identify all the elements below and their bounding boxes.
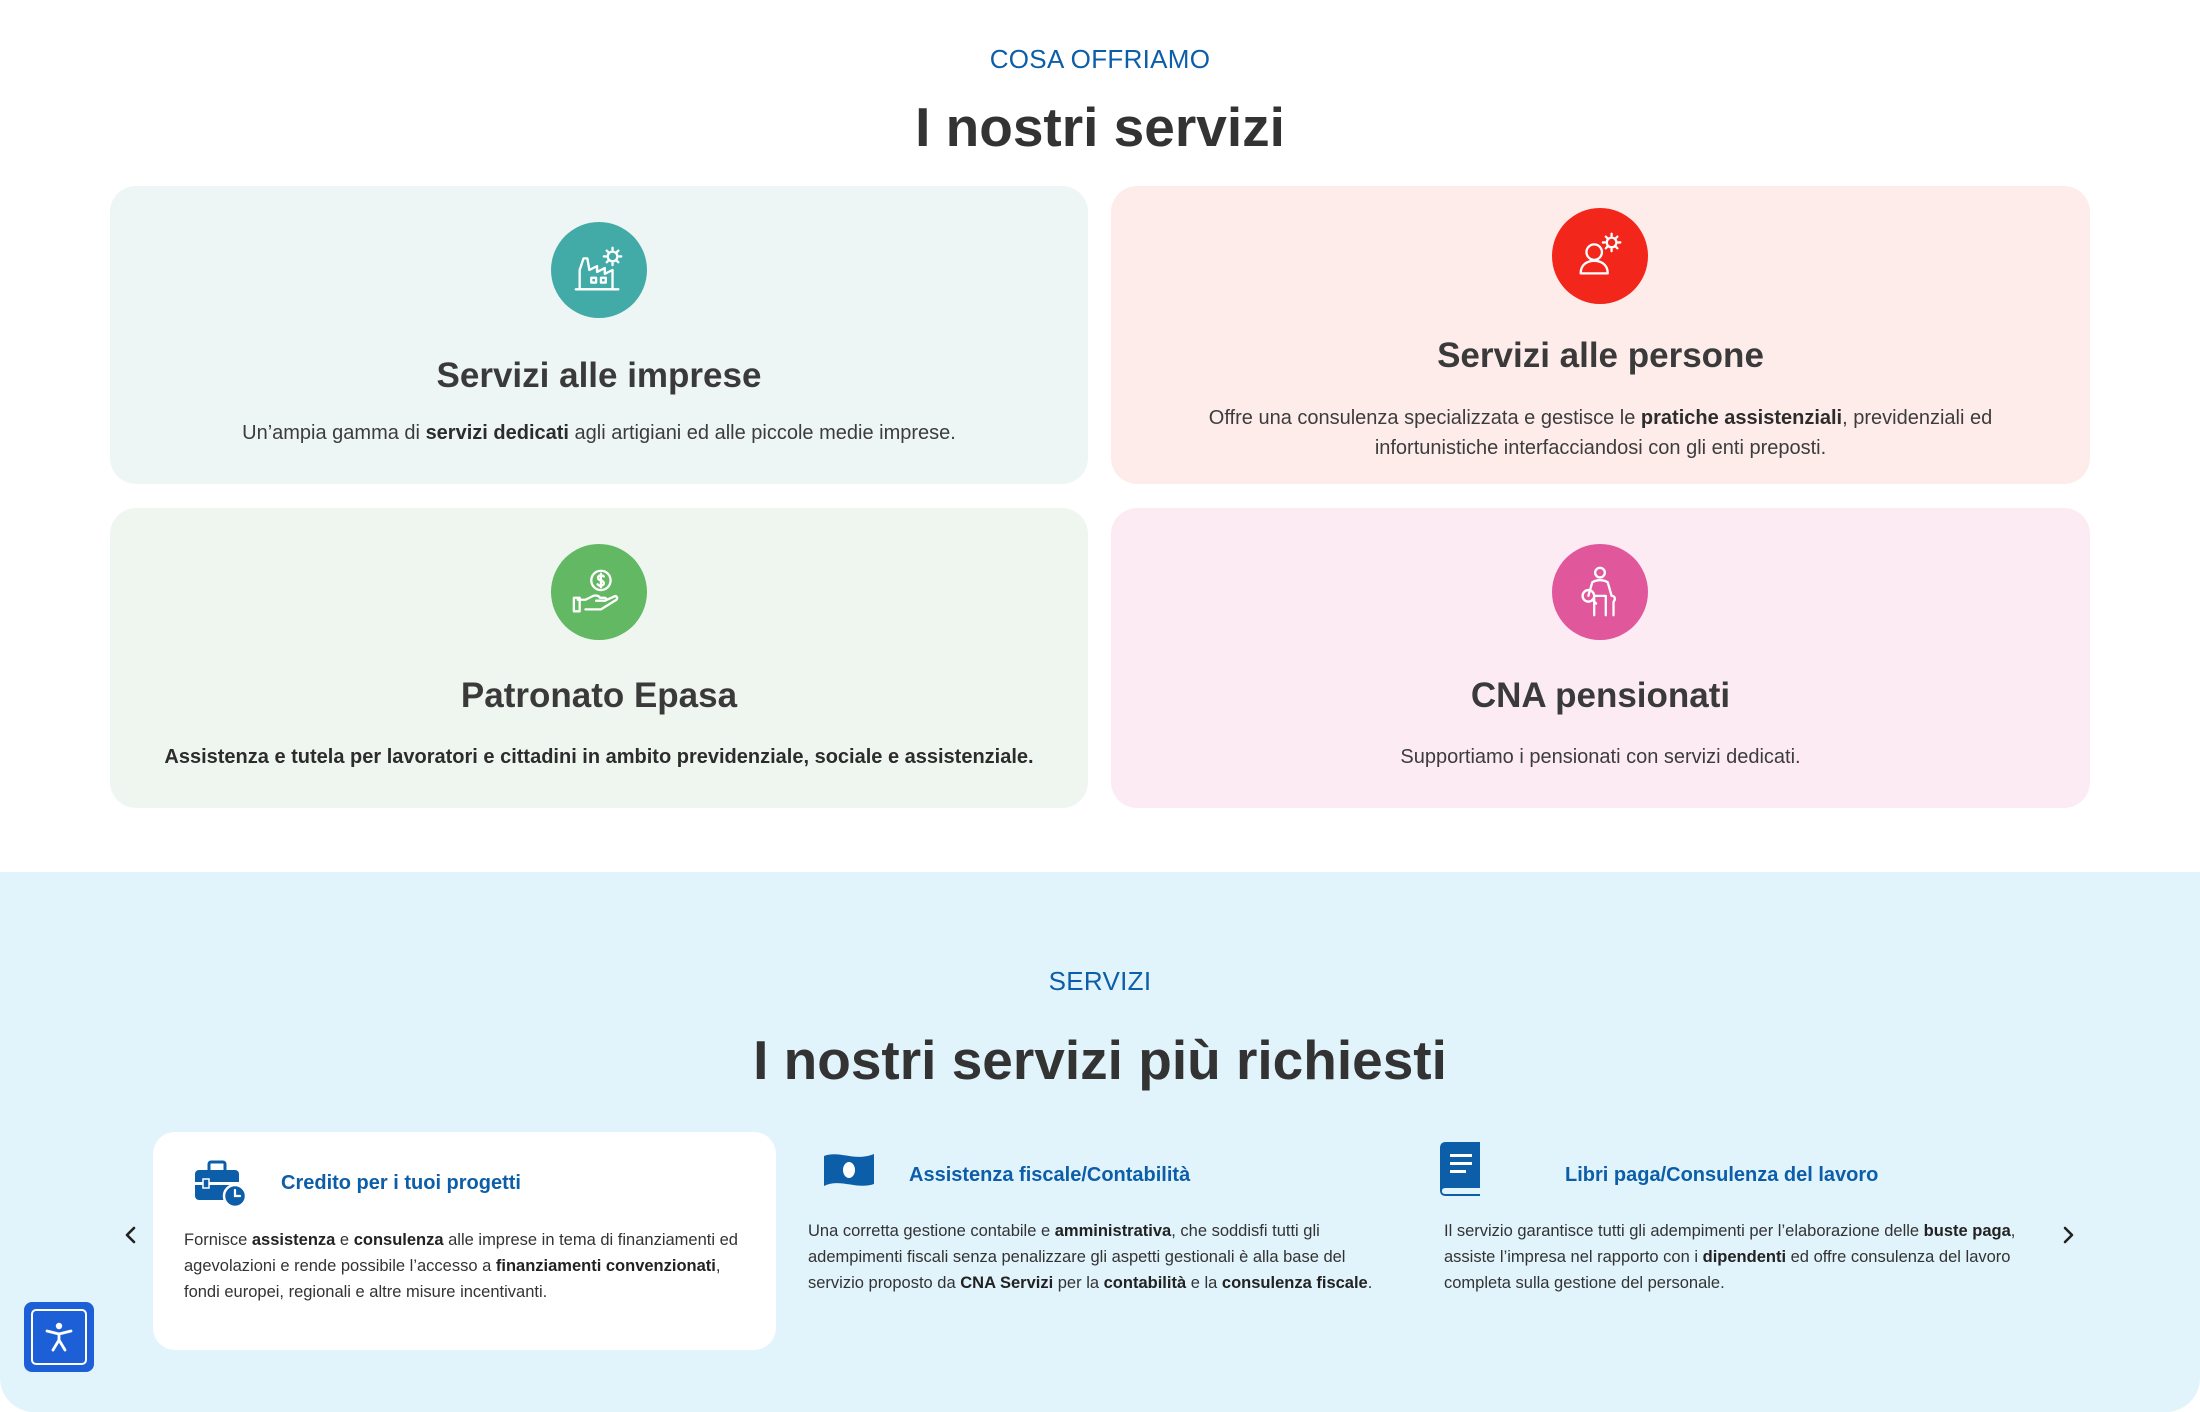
card-title: CNA pensionati xyxy=(1470,676,1731,715)
section-title: I nostri servizi xyxy=(915,96,1285,158)
card-description: Supportiamo i pensionati con servizi ded… xyxy=(1400,746,1801,768)
section-title: I nostri servizi più richiesti xyxy=(753,1029,1447,1091)
banknote-icon xyxy=(822,1150,876,1195)
card-title: Patronato Epasa xyxy=(460,676,738,715)
popular-services-section: SERVIZI I nostri servizi più richiesti C… xyxy=(0,872,2200,1412)
factory-gear-icon xyxy=(551,222,647,318)
service-description: Fornisce assistenza e consulenza alle im… xyxy=(184,1231,738,1301)
card-patronato-epasa[interactable]: Patronato Epasa Assistenza e tutela per … xyxy=(110,508,1088,808)
service-card-assistenza-fiscale[interactable]: Assistenza fiscale/Contabilità Una corre… xyxy=(808,1142,1408,1342)
service-card-credito[interactable]: Credito per i tuoi progetti Fornisce ass… xyxy=(153,1132,776,1350)
service-card-libri-paga[interactable]: Libri paga/Consulenza del lavoro Il serv… xyxy=(1434,1142,2034,1342)
elderly-person-icon xyxy=(1552,544,1648,640)
carousel-prev-button[interactable] xyxy=(116,1220,146,1250)
card-description: Un’ampia gamma di servizi dedicati agli … xyxy=(242,422,956,444)
chevron-left-icon xyxy=(125,1226,136,1244)
card-cna-pensionati[interactable]: CNA pensionati Supportiamo i pensionati … xyxy=(1111,508,2090,808)
service-title: Credito per i tuoi progetti xyxy=(281,1172,521,1194)
card-title: Servizi alle persone xyxy=(1437,336,1764,375)
card-title: Servizi alle imprese xyxy=(436,356,762,395)
section-eyebrow: SERVIZI xyxy=(1048,966,1152,996)
card-description: Offre una consulenza specializzata e ges… xyxy=(1208,407,1993,459)
briefcase-clock-icon xyxy=(193,1158,249,1213)
book-icon xyxy=(1436,1142,1484,1201)
accessibility-icon xyxy=(45,1322,73,1352)
section-eyebrow: COSA OFFRIAMO xyxy=(989,44,1211,74)
carousel-next-button[interactable] xyxy=(2053,1220,2083,1250)
accessibility-button[interactable] xyxy=(24,1302,94,1372)
accessibility-icon-frame xyxy=(31,1309,87,1365)
card-servizi-imprese[interactable]: Servizi alle imprese Un’ampia gamma di s… xyxy=(110,186,1088,484)
service-title: Assistenza fiscale/Contabilità xyxy=(909,1164,1191,1186)
card-servizi-persone[interactable]: Servizi alle persone Offre una consulenz… xyxy=(1111,186,2090,484)
service-description: Il servizio garantisce tutti gli adempim… xyxy=(1444,1222,2016,1292)
card-description: Assistenza e tutela per lavoratori e cit… xyxy=(164,746,1034,768)
services-overview-section: COSA OFFRIAMO I nostri servizi Servizi a… xyxy=(0,0,2200,872)
chevron-right-icon xyxy=(2063,1226,2074,1244)
service-description: Una corretta gestione contabile e ammini… xyxy=(808,1222,1373,1292)
person-gear-icon xyxy=(1552,208,1648,304)
hand-coin-icon xyxy=(551,544,647,640)
service-title: Libri paga/Consulenza del lavoro xyxy=(1565,1164,1879,1186)
